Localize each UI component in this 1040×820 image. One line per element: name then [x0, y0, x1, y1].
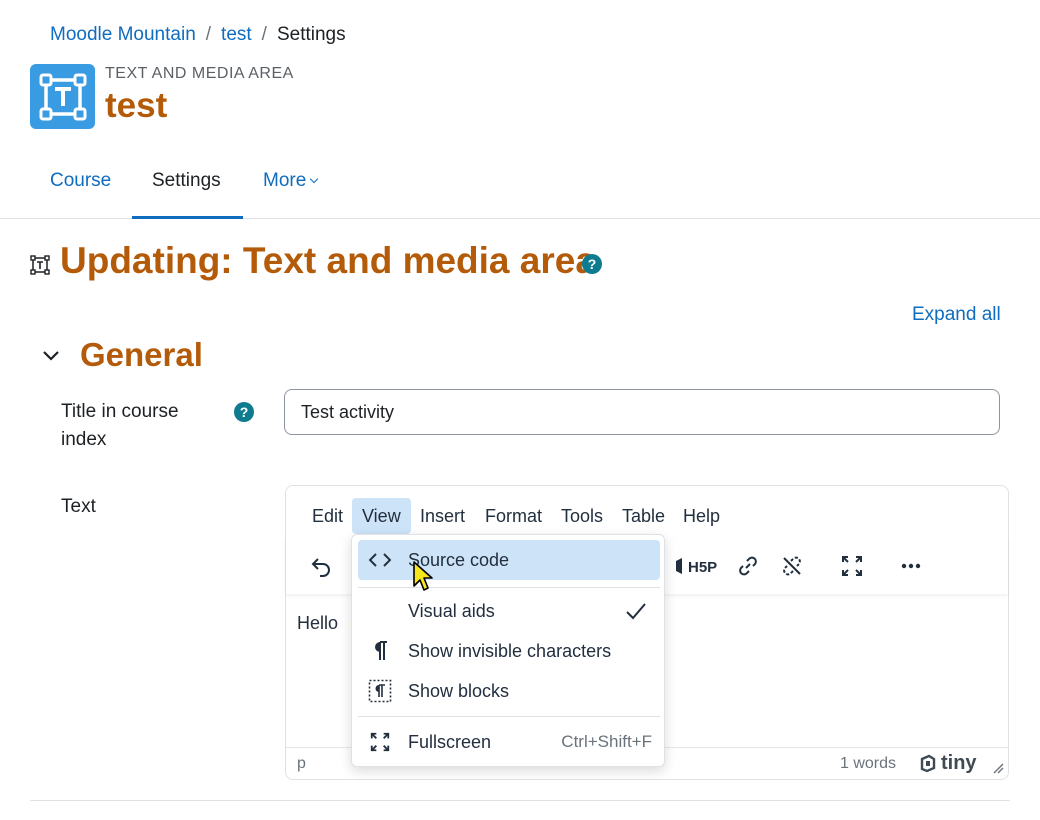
- more-icon: [901, 563, 921, 569]
- page-title: Updating: Text and media area: [60, 240, 596, 281]
- menu-help[interactable]: Help: [673, 498, 730, 534]
- unlink-button[interactable]: [774, 548, 810, 584]
- menu-table[interactable]: Table: [612, 498, 675, 534]
- view-menu-dropdown: Source code Visual aids Show invisible c…: [351, 534, 665, 767]
- activity-type-label: TEXT AND MEDIA AREA: [105, 65, 294, 82]
- fullscreen-icon: [842, 556, 862, 576]
- menu-item-show-blocks[interactable]: Show blocks: [358, 671, 660, 711]
- breadcrumb-link-site[interactable]: Moodle Mountain: [50, 24, 196, 46]
- checkmark-icon: [626, 603, 646, 620]
- video-icon: [676, 558, 682, 574]
- menu-tools[interactable]: Tools: [551, 498, 613, 534]
- activity-name: test: [105, 86, 168, 125]
- element-path[interactable]: p: [297, 755, 306, 773]
- section-title-general: General: [80, 336, 203, 373]
- menu-divider: [358, 587, 660, 588]
- svg-text:H5P: H5P: [688, 559, 717, 576]
- menu-insert[interactable]: Insert: [410, 498, 475, 534]
- title-in-course-index-input[interactable]: [284, 389, 1000, 435]
- undo-icon: [311, 558, 330, 577]
- breadcrumb: Moodle Mountain / test / Settings: [50, 24, 346, 46]
- tiny-brand-text: tiny: [941, 752, 977, 774]
- h5p-icon: H5P: [688, 559, 717, 576]
- expand-all-link[interactable]: Expand all: [912, 304, 1001, 326]
- tiny-brand-icon: [920, 754, 936, 772]
- editor-content-text: Hello: [297, 613, 339, 633]
- menu-view[interactable]: View: [352, 498, 411, 534]
- word-count[interactable]: 1 words: [840, 755, 896, 773]
- show-blocks-icon: [368, 679, 392, 703]
- tab-more[interactable]: More: [263, 170, 319, 192]
- text-media-area-icon: [30, 255, 50, 275]
- text-field-label: Text: [61, 496, 96, 517]
- menu-item-label: Fullscreen: [408, 731, 492, 752]
- unlink-icon: [783, 556, 801, 576]
- menu-item-visual-aids[interactable]: Visual aids: [358, 591, 660, 631]
- secondary-navigation: Course Settings More: [0, 150, 1040, 219]
- menu-item-label: Show invisible characters: [408, 640, 612, 661]
- source-code-icon: [368, 548, 392, 572]
- tab-more-label: More: [263, 170, 307, 191]
- menu-item-source-code[interactable]: Source code: [358, 540, 660, 580]
- menu-format[interactable]: Format: [475, 498, 552, 534]
- help-icon[interactable]: ?: [582, 254, 602, 274]
- tab-course[interactable]: Course: [50, 170, 111, 192]
- menu-divider: [358, 716, 660, 717]
- resize-handle-icon[interactable]: [992, 762, 1004, 774]
- chevron-down-icon: [310, 174, 319, 184]
- pilcrow-icon: [368, 639, 392, 663]
- keyboard-shortcut: Ctrl+Shift+F: [561, 732, 652, 751]
- section-collapse-toggle[interactable]: [40, 344, 64, 368]
- help-icon[interactable]: ?: [234, 402, 254, 422]
- editor-menubar: Edit View Insert Format Tools Table Help: [286, 498, 1008, 534]
- menu-item-label: Show blocks: [408, 680, 510, 701]
- active-tab-indicator: [132, 216, 243, 219]
- undo-button[interactable]: [303, 548, 339, 584]
- chevron-down-icon: [43, 351, 59, 361]
- fullscreen-icon: [368, 730, 392, 754]
- fullscreen-button[interactable]: [834, 548, 870, 584]
- tab-settings[interactable]: Settings: [152, 170, 221, 192]
- mouse-pointer-icon: [413, 561, 433, 591]
- more-tools-button[interactable]: [893, 548, 929, 584]
- breadcrumb-current: Settings: [276, 24, 346, 45]
- link-icon: [739, 556, 757, 576]
- tiny-logo[interactable]: tiny: [918, 752, 977, 775]
- menu-item-label: Visual aids: [408, 600, 495, 621]
- menu-item-show-invisible-characters[interactable]: Show invisible characters: [358, 631, 660, 671]
- breadcrumb-link-course[interactable]: test: [221, 24, 252, 46]
- menu-item-fullscreen[interactable]: Fullscreen Ctrl+Shift+F: [358, 722, 660, 762]
- title-field-label: Title in course index: [61, 401, 179, 450]
- section-divider: [30, 800, 1010, 801]
- text-media-area-icon: [30, 64, 95, 129]
- breadcrumb-separator: /: [205, 24, 212, 45]
- breadcrumb-separator: /: [261, 24, 267, 45]
- h5p-button[interactable]: H5P: [686, 548, 722, 584]
- menu-edit[interactable]: Edit: [302, 498, 353, 534]
- link-button[interactable]: [730, 548, 766, 584]
